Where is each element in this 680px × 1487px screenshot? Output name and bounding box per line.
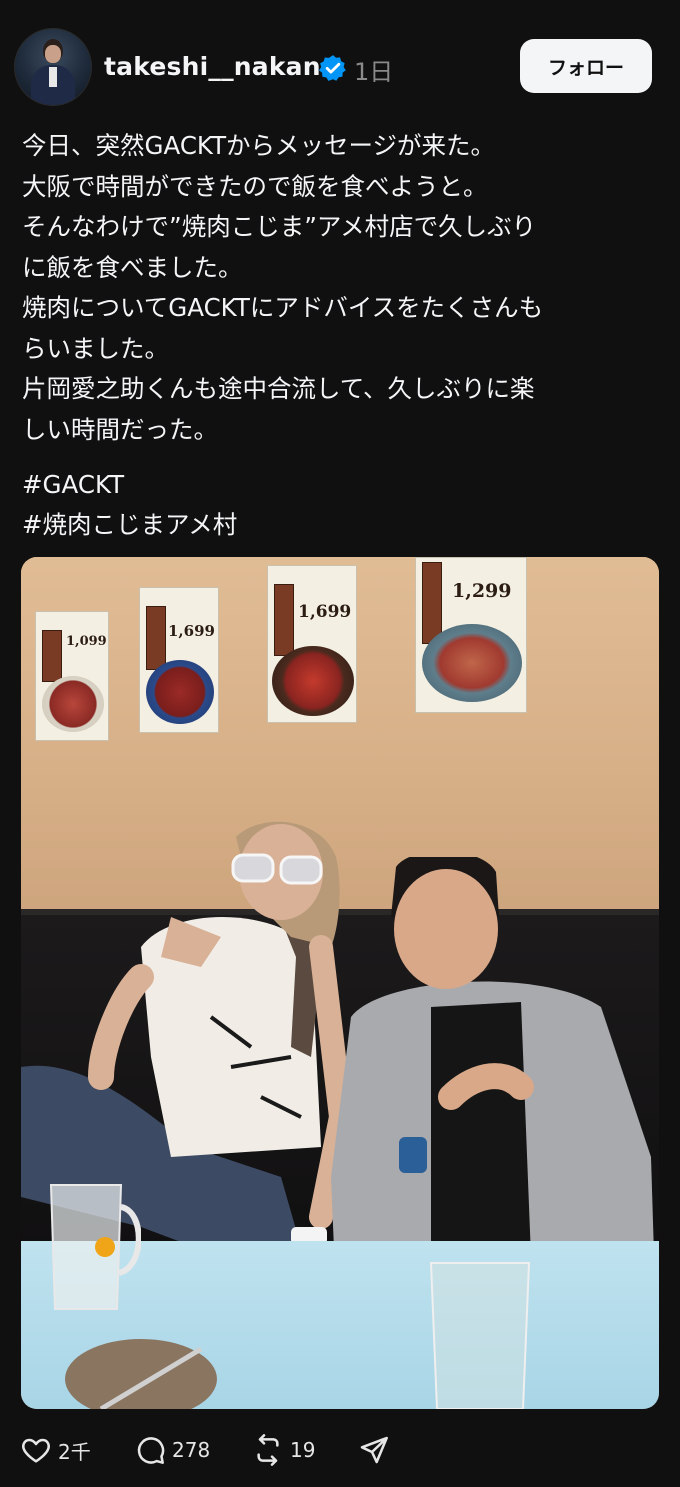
menu-poster: 1,699 (139, 587, 219, 733)
send-icon (360, 1436, 388, 1464)
post-header: takeshi__nakano 1日 フォロー (14, 28, 666, 108)
action-bar: 2千 278 19 (20, 1428, 660, 1472)
water-glass (429, 1262, 531, 1409)
hashtag-link[interactable]: #焼肉こじまアメ村 (22, 505, 237, 545)
post-photo[interactable]: 1,099 1,699 1,699 1,299 (21, 557, 659, 1409)
menu-poster: 1,299 (415, 557, 527, 713)
like-button[interactable]: 2千 (20, 1428, 91, 1472)
plate (65, 1339, 217, 1409)
comment-button[interactable]: 278 (134, 1428, 210, 1472)
post-text: 今日、突然GACKTからメッセージが来た。 大阪で時間ができたので飯を食べようと… (22, 131, 544, 444)
menu-poster: 1,099 (35, 611, 109, 741)
menu-poster: 1,699 (267, 565, 357, 723)
heart-icon (22, 1438, 50, 1463)
menu-price: 1,299 (452, 580, 512, 602)
menu-price: 1,099 (66, 634, 107, 649)
menu-price: 1,699 (298, 602, 352, 622)
comment-count: 278 (172, 1438, 211, 1462)
beer-glass (49, 1184, 141, 1310)
hashtag-link[interactable]: #GACKT (22, 465, 237, 505)
avatar[interactable] (14, 28, 92, 106)
repost-count: 19 (290, 1438, 316, 1462)
post-time: 1日 (354, 58, 394, 86)
verified-badge-icon (319, 55, 346, 81)
hashtags: #GACKT #焼肉こじまアメ村 (22, 465, 237, 545)
comment-icon (137, 1437, 165, 1464)
follow-button[interactable]: フォロー (520, 39, 652, 93)
like-count: 2千 (58, 1439, 91, 1464)
share-button[interactable] (358, 1428, 390, 1472)
username[interactable]: takeshi__nakano (104, 52, 338, 81)
repost-icon (257, 1434, 279, 1466)
repost-button[interactable]: 19 (252, 1428, 315, 1472)
menu-price: 1,699 (168, 622, 215, 640)
